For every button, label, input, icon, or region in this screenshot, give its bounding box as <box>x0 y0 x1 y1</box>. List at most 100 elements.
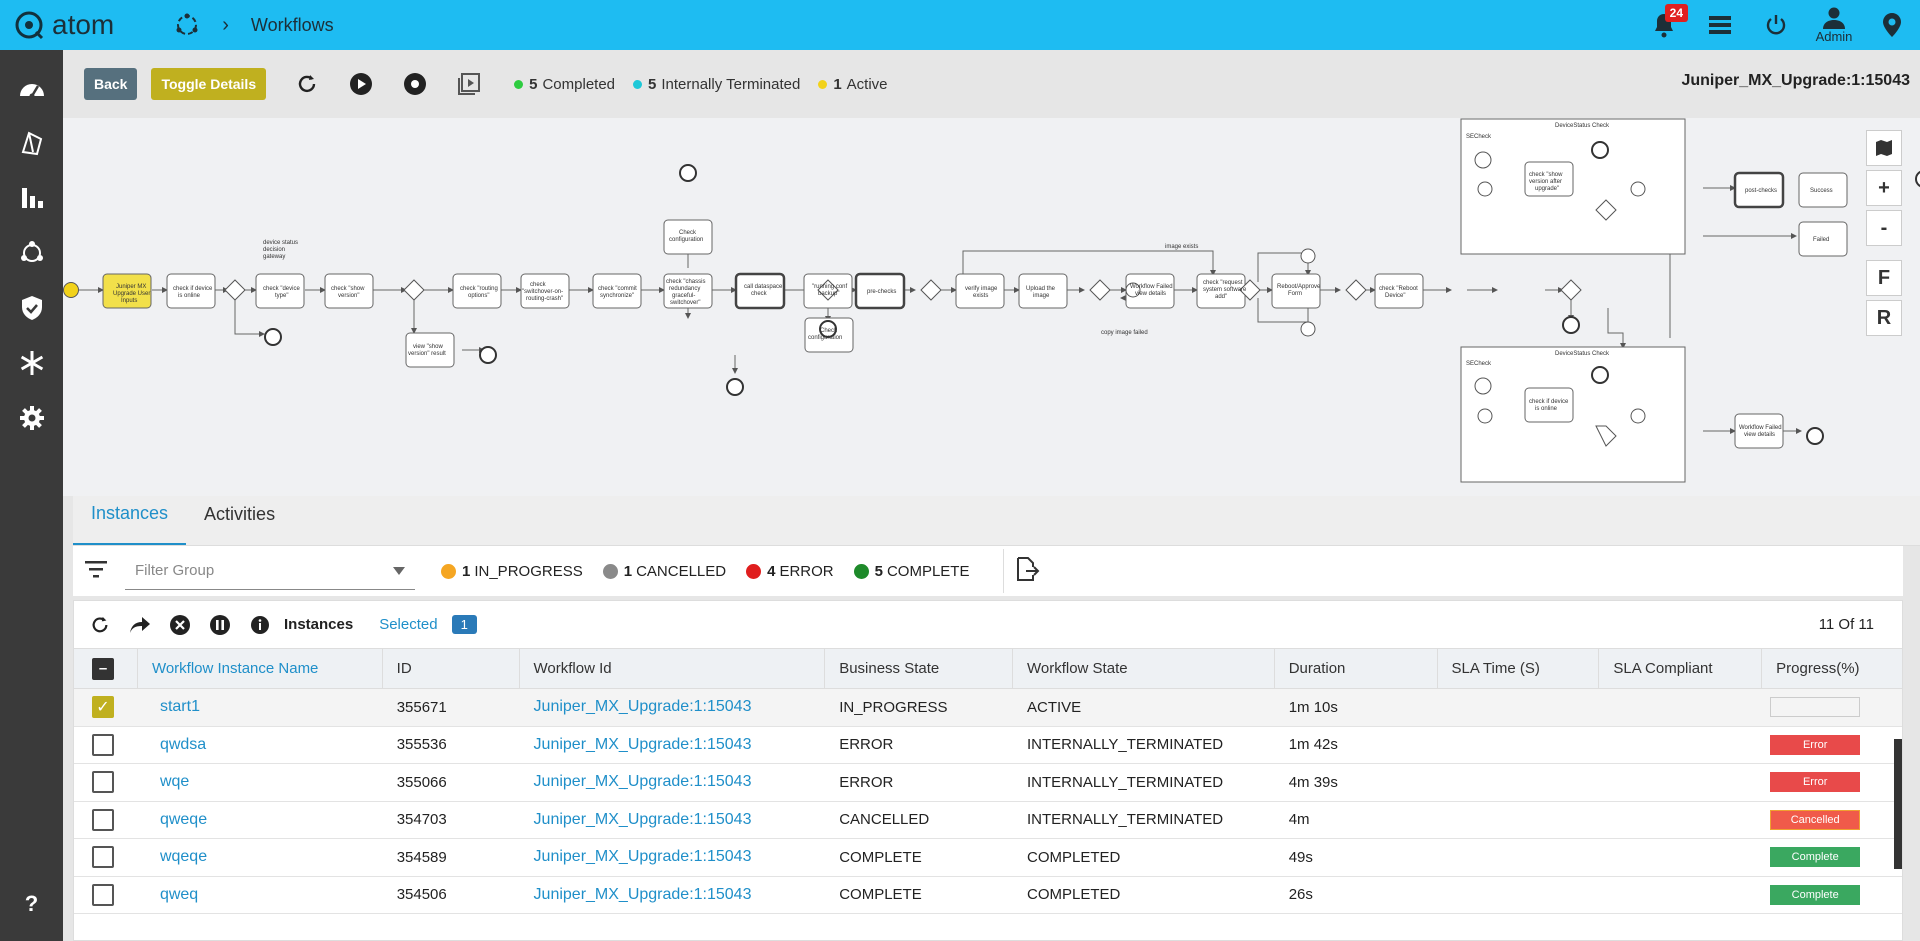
svg-text:is online: is online <box>178 293 201 299</box>
breadcrumb-workflows[interactable]: Workflows <box>251 15 334 36</box>
workflow-id-link[interactable]: Juniper_MX_Upgrade:1:15043 <box>534 886 752 904</box>
workflow-id-link[interactable]: Juniper_MX_Upgrade:1:15043 <box>534 736 752 754</box>
workflow-id-link[interactable]: Juniper_MX_Upgrade:1:15043 <box>534 848 752 866</box>
svg-text:check if device: check if device <box>173 286 213 292</box>
back-button[interactable]: Back <box>84 68 138 100</box>
table-row[interactable]: ✓ start1 355671 Juniper_MX_Upgrade:1:15043 I… <box>74 689 1902 727</box>
record-icon[interactable] <box>388 72 442 96</box>
table-cell: Juniper_MX_Upgrade:1:15043 <box>520 839 826 876</box>
col-business-state[interactable]: Business State <box>825 649 1013 688</box>
workflow-state: INTERNALLY_TERMINATED <box>1027 773 1224 791</box>
legend-cancelled[interactable]: 1 CANCELLED <box>602 563 726 580</box>
row-checkbox[interactable] <box>92 771 114 794</box>
list-view-button[interactable] <box>1692 0 1748 50</box>
list-icon <box>1709 16 1731 34</box>
sidebar-item-dashboard[interactable] <box>0 60 63 115</box>
sidebar-item-security[interactable] <box>0 280 63 335</box>
user-menu[interactable]: Admin <box>1804 7 1864 44</box>
workflow-diagram[interactable]: Juniper MX Upgrade User Inputs check if de… <box>63 118 1920 496</box>
sidebar-item-reports[interactable] <box>0 170 63 225</box>
row-checkbox[interactable] <box>92 846 114 869</box>
table-row[interactable]: qweqe 354703 Juniper_MX_Upgrade:1:15043 CAN… <box>74 802 1902 839</box>
instance-name-link[interactable]: qweq <box>160 886 198 904</box>
terminated-dot-icon <box>633 79 643 89</box>
workflow-id-link[interactable]: Juniper_MX_Upgrade:1:15043 <box>534 811 752 829</box>
fit-view-button[interactable]: F <box>1866 260 1902 296</box>
svg-text:is online: is online <box>1535 406 1558 412</box>
table-cell: 26s <box>1275 877 1438 914</box>
col-workflow-state[interactable]: Workflow State <box>1013 649 1275 688</box>
playlist-play-icon[interactable] <box>442 72 496 96</box>
tab-activities[interactable]: Activities <box>186 495 293 545</box>
sidebar-item-snowflake[interactable] <box>0 335 63 390</box>
sidebar-item-resources[interactable] <box>0 115 63 170</box>
workflow-id-link[interactable]: Juniper_MX_Upgrade:1:15043 <box>534 698 752 716</box>
table-row[interactable]: qweq 354506 Juniper_MX_Upgrade:1:15043 COMP… <box>74 877 1902 914</box>
legend-error[interactable]: 4 ERROR <box>746 563 834 580</box>
table-cell <box>1438 877 1600 914</box>
svg-text:Workflow Failed: Workflow Failed <box>1739 425 1782 431</box>
reset-view-button[interactable]: R <box>1866 300 1902 336</box>
col-duration[interactable]: Duration <box>1275 649 1438 688</box>
col-instance-name[interactable]: Workflow Instance Name <box>138 649 383 688</box>
info-icon[interactable] <box>240 615 280 635</box>
col-sla-compliant[interactable]: SLA Compliant <box>1599 649 1763 688</box>
filter-icon[interactable] <box>85 560 107 583</box>
col-id[interactable]: ID <box>383 649 520 688</box>
refresh-icon[interactable] <box>80 615 120 635</box>
sidebar-item-workflows[interactable] <box>0 225 63 280</box>
legend-complete[interactable]: 5 COMPLETE <box>853 563 969 580</box>
bar-chart-icon <box>21 187 43 208</box>
instance-name-link[interactable]: wqe <box>160 773 189 791</box>
duration: 26s <box>1288 886 1313 904</box>
app-logo[interactable]: atom <box>14 9 114 41</box>
cancel-icon[interactable] <box>160 614 200 636</box>
export-icon[interactable] <box>1014 556 1040 587</box>
toggle-details-button[interactable]: Toggle Details <box>151 68 267 100</box>
play-icon[interactable] <box>334 72 388 96</box>
row-checkbox[interactable]: ✓ <box>92 696 114 719</box>
col-progress[interactable]: Progress(%) <box>1762 649 1902 688</box>
col-workflow-id[interactable]: Workflow Id <box>520 649 826 688</box>
svg-text:Upgrade User: Upgrade User <box>113 291 150 297</box>
notifications-button[interactable]: 24 <box>1636 0 1692 50</box>
instance-name-link[interactable]: start1 <box>160 698 200 716</box>
table-cell: 4m 39s <box>1275 764 1438 801</box>
row-checkbox[interactable] <box>92 733 114 756</box>
col-sla-time[interactable]: SLA Time (S) <box>1438 649 1600 688</box>
row-checkbox[interactable] <box>92 883 114 906</box>
instance-name-link[interactable]: qwdsa <box>160 736 206 754</box>
workflow-state: INTERNALLY_TERMINATED <box>1027 736 1224 754</box>
filter-group-select[interactable]: Filter Group <box>125 552 415 590</box>
select-all-checkbox[interactable]: – <box>92 657 114 680</box>
completed-dot-icon <box>514 79 524 89</box>
workflow-nav-icon[interactable] <box>174 12 200 38</box>
zoom-out-button[interactable]: - <box>1866 210 1902 246</box>
instance-name-link[interactable]: wqeqe <box>160 848 207 866</box>
power-button[interactable] <box>1748 0 1804 50</box>
table-cell: wqe <box>138 764 383 801</box>
row-checkbox[interactable] <box>92 808 114 831</box>
table-row[interactable]: wqe 355066 Juniper_MX_Upgrade:1:15043 ERROR… <box>74 764 1902 802</box>
zoom-in-button[interactable]: + <box>1866 170 1902 206</box>
table-cell: ACTIVE <box>1013 689 1275 726</box>
workflow-id-link[interactable]: Juniper_MX_Upgrade:1:15043 <box>534 773 752 791</box>
forward-icon[interactable] <box>120 616 160 634</box>
tab-instances[interactable]: Instances <box>73 495 187 545</box>
legend-in-progress[interactable]: 1 IN_PROGRESS <box>441 563 583 580</box>
table-row[interactable]: qwdsa 355536 Juniper_MX_Upgrade:1:15043 ERR… <box>74 727 1902 764</box>
duration: 1m 42s <box>1288 736 1338 754</box>
pause-icon[interactable] <box>200 614 240 636</box>
table-cell: Juniper_MX_Upgrade:1:15043 <box>520 727 826 764</box>
help-icon[interactable]: ? <box>0 876 63 931</box>
table-scrollbar[interactable] <box>1894 739 1902 869</box>
sidebar-item-settings[interactable] <box>0 390 63 445</box>
refresh-icon[interactable] <box>280 73 334 95</box>
location-button[interactable] <box>1864 0 1920 50</box>
svg-text:verify image: verify image <box>965 286 998 292</box>
map-view-button[interactable] <box>1866 130 1902 166</box>
instance-name-link[interactable]: qweqe <box>160 811 207 829</box>
table-row[interactable]: wqeqe 354589 Juniper_MX_Upgrade:1:15043 COM… <box>74 839 1902 877</box>
table-cell <box>1438 802 1600 839</box>
svg-text:routing-crash": routing-crash" <box>526 296 563 302</box>
